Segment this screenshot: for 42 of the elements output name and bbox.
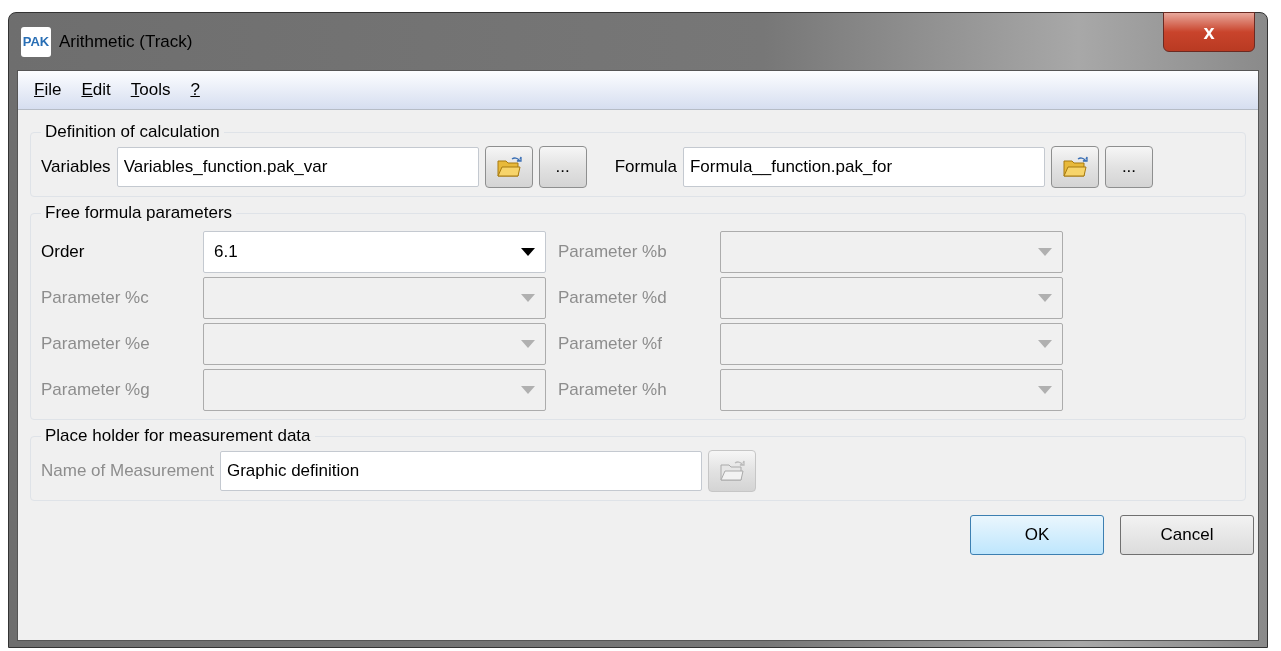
browse-button[interactable] <box>1051 146 1099 188</box>
folder-icon <box>1062 155 1088 179</box>
measurement-field[interactable]: Graphic definition <box>219 451 702 491</box>
file-field[interactable]: Variables_function.pak_var <box>116 147 479 187</box>
dropdown-arrow-icon <box>1038 386 1052 394</box>
file-field[interactable]: Formula__function.pak_for <box>683 147 1045 187</box>
menu-item[interactable]: Tools <box>122 80 179 100</box>
group-title: Free formula parameters <box>44 203 234 223</box>
close-button[interactable]: x <box>1163 12 1255 52</box>
field-label: Formula <box>614 157 677 177</box>
parameter-label: Order <box>41 242 86 262</box>
dropdown-arrow-icon <box>1038 340 1052 348</box>
menu-item[interactable]: Edit <box>73 80 119 100</box>
window-title: Arithmetic (Track) <box>59 31 193 52</box>
field-label: Name of Measurement <box>41 461 214 481</box>
folder-icon <box>495 155 522 179</box>
browse-button[interactable] <box>484 146 533 188</box>
parameter-label: Parameter %b <box>558 242 668 262</box>
parameter-dropdown[interactable]: 6.1 <box>203 231 546 273</box>
parameter-label: Parameter %g <box>41 380 151 400</box>
dropdown-arrow-icon <box>521 248 535 256</box>
parameter-label: Parameter %f <box>558 334 663 354</box>
dropdown-arrow-icon <box>1038 248 1052 256</box>
menu-item[interactable]: ? <box>182 80 208 100</box>
menu-item[interactable]: File <box>26 80 70 100</box>
group-title: Place holder for measurement data <box>44 426 312 446</box>
dropdown-arrow-icon <box>521 340 535 348</box>
parameter-label: Parameter %c <box>41 288 150 308</box>
parameter-label: Parameter %h <box>558 380 668 400</box>
app-logo: PAK <box>21 26 51 57</box>
folder-icon <box>718 459 745 483</box>
parameter-label: Parameter %e <box>41 334 151 354</box>
group-title: Definition of calculation <box>44 122 221 142</box>
more-button[interactable]: ... <box>1105 146 1153 188</box>
more-button[interactable]: ... <box>538 146 587 188</box>
ok-button[interactable]: OK <box>970 515 1104 555</box>
dropdown-arrow-icon <box>521 294 535 302</box>
field-label: Variables <box>41 157 111 177</box>
dropdown-arrow-icon <box>521 386 535 394</box>
parameter-label: Parameter %d <box>558 288 668 308</box>
dropdown-arrow-icon <box>1038 294 1052 302</box>
cancel-button[interactable]: Cancel <box>1120 515 1254 555</box>
